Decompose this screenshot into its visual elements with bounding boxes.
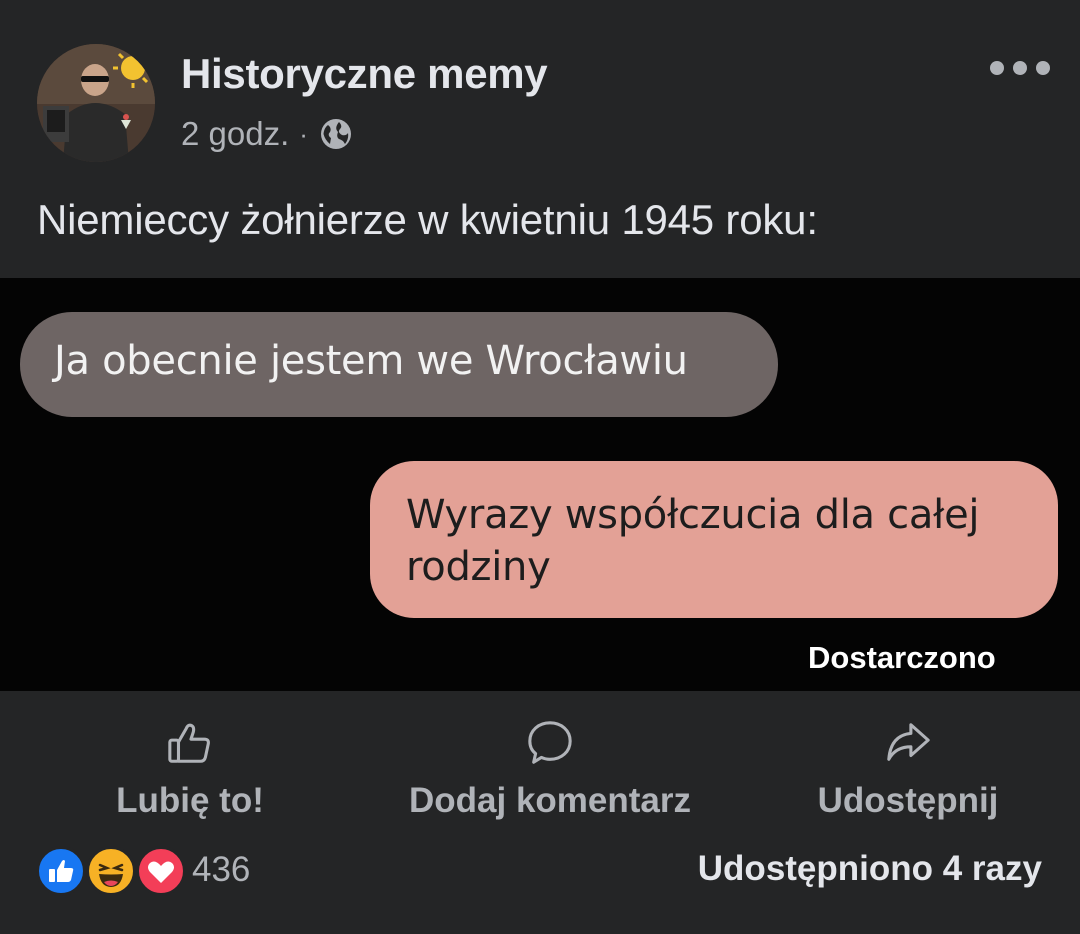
comment-button[interactable]: Dodaj komentarz	[395, 691, 705, 821]
post-meta: 2 godz. ·	[181, 114, 354, 154]
haha-reaction-icon	[86, 846, 136, 896]
share-icon	[887, 723, 930, 761]
like-label: Lubię to!	[116, 781, 264, 820]
like-reaction-icon	[36, 846, 86, 896]
dot	[990, 61, 1004, 75]
more-options-icon[interactable]	[990, 56, 1050, 80]
comment-icon	[528, 721, 572, 764]
delivery-status: Dostarczono	[808, 640, 996, 675]
love-reaction-icon	[136, 846, 186, 896]
globe-icon	[320, 119, 351, 149]
like-button[interactable]: Lubię to!	[90, 691, 290, 821]
share-label: Udostępnij	[817, 781, 999, 820]
outgoing-message-bubble: Wyrazy współczucia dla całej rodziny	[370, 461, 1058, 618]
post-header: Historyczne memy 2 godz. · Niemieccy żoł…	[0, 0, 1080, 278]
shares-count[interactable]: Udostępniono 4 razy	[698, 849, 1042, 889]
reactions-summary[interactable]	[36, 846, 186, 896]
thumbs-up-icon	[168, 723, 210, 763]
post-text: Niemieccy żołnierze w kwietniu 1945 roku…	[37, 196, 818, 243]
action-bar: Lubię to! Dodaj komentarz Udostępnij	[0, 691, 1080, 821]
dot	[1013, 61, 1027, 75]
reaction-count[interactable]: 436	[192, 850, 250, 890]
incoming-message-bubble: Ja obecnie jestem we Wrocławiu	[20, 312, 778, 417]
page-name[interactable]: Historyczne memy	[181, 50, 548, 98]
post-footer: 436 Udostępniono 4 razy	[0, 840, 1080, 900]
meta-separator: ·	[299, 118, 308, 149]
comment-label: Dodaj komentarz	[409, 781, 691, 820]
dot	[1036, 61, 1050, 75]
page-avatar[interactable]	[37, 44, 155, 162]
share-button[interactable]: Udostępnij	[808, 691, 1008, 821]
meme-image[interactable]: Ja obecnie jestem we Wrocławiu Wyrazy ws…	[0, 278, 1080, 691]
post-time[interactable]: 2 godz.	[181, 115, 289, 153]
